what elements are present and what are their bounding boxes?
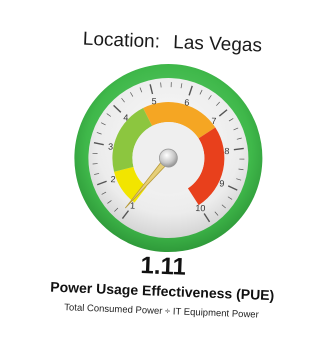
gauge-tick-label: 2 bbox=[110, 174, 115, 184]
gauge-tick-label: 3 bbox=[108, 142, 113, 152]
pue-widget: Location: Las Vegas bbox=[0, 0, 334, 343]
gauge-tick-label: 6 bbox=[184, 97, 189, 107]
gauge-hub bbox=[159, 149, 178, 168]
gauge-tick-label: 5 bbox=[151, 96, 156, 106]
gauge-tick-label: 10 bbox=[195, 203, 205, 213]
gauge-tick-label: 7 bbox=[211, 116, 216, 126]
gauge-tick-label: 8 bbox=[224, 146, 229, 156]
gauge-tick-label: 4 bbox=[123, 113, 128, 123]
gauge-tick-label: 9 bbox=[219, 178, 224, 188]
